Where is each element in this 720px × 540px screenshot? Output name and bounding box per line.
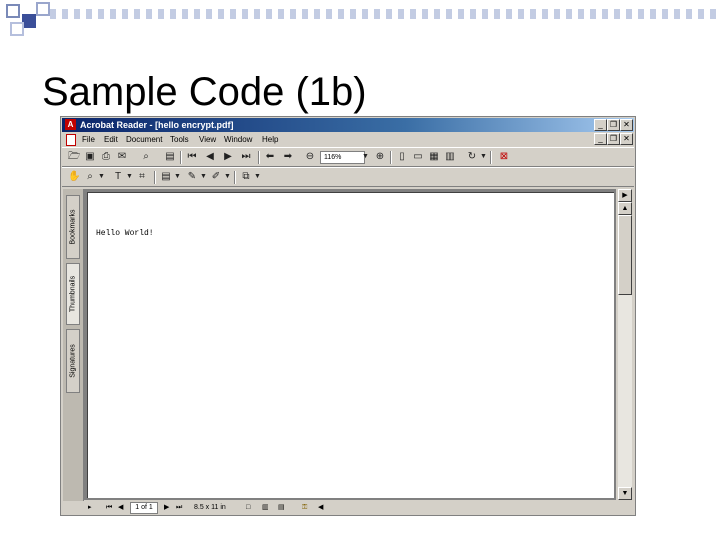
reflow-icon[interactable]: ▥ [444,151,456,163]
last-page-icon[interactable]: ⏭ [240,151,252,163]
fit-page-icon[interactable]: ▭ [412,151,424,163]
status-first-page-icon[interactable]: ⏮ [106,502,112,513]
toolbar-separator [258,151,260,164]
page-size-label: 8.5 x 11 in [194,504,226,511]
note-dropdown-icon[interactable]: ▼ [174,171,181,183]
slide-decoration-band [50,9,720,19]
actual-size-icon[interactable]: ▯ [396,151,408,163]
snapshot-tool-icon[interactable]: ⧉ [240,171,252,183]
panel-arrow-icon[interactable]: ▶ [618,189,632,202]
hand-tool-icon[interactable]: ✋ [68,171,80,183]
menu-edit[interactable]: Edit [104,134,118,145]
toolbar-separator [180,151,182,164]
document-icon[interactable] [66,134,76,146]
toolbar-separator [234,171,236,184]
close-button[interactable]: ✕ [620,119,633,131]
email-icon[interactable]: ✉ [116,151,128,163]
print-icon[interactable]: ⎙ [100,151,112,163]
menu-file[interactable]: File [82,134,95,145]
status-next-page-icon[interactable]: ▶ [164,502,169,513]
scroll-down-button[interactable]: ▼ [618,487,632,500]
snapshot-dropdown-icon[interactable]: ▼ [254,171,261,183]
column-select-icon[interactable]: ⌗ [136,171,148,183]
previous-page-icon[interactable]: ◀ [204,151,216,163]
highlight-dropdown-icon[interactable]: ▼ [224,171,231,183]
security-key-icon[interactable]: ⚿ [302,502,307,513]
status-last-page-icon[interactable]: ⏭ [176,502,182,513]
open-icon[interactable]: 🗁 [68,151,80,163]
window-title: Acrobat Reader - [hello encrypt.pdf] [80,120,234,130]
text-select-dropdown-icon[interactable]: ▼ [126,171,133,183]
menu-tools[interactable]: Tools [170,134,189,145]
rotate-icon[interactable]: ↻ [466,151,478,163]
single-page-icon[interactable]: □ [246,502,250,513]
menu-help[interactable]: Help [262,134,278,145]
vertical-scrollbar[interactable]: ▶ ▲ ▼ [618,189,632,500]
maximize-button[interactable]: ❐ [607,119,620,131]
doc-close-button[interactable]: ✕ [620,133,633,145]
go-back-icon[interactable]: ⬅ [264,151,276,163]
zoom-input[interactable]: 116% [320,151,365,164]
zoom-tool-dropdown-icon[interactable]: ▼ [98,171,105,183]
highlight-tool-icon[interactable]: ✐ [210,171,222,183]
fit-width-icon[interactable]: ▦ [428,151,440,163]
first-page-icon[interactable]: ⏮ [186,151,198,163]
tab-signatures-label: Signatures [69,344,77,378]
main-toolbar: 🗁 ▣ ⎙ ✉ ⌕ ▤ ⏮ ◀ ▶ ⏭ ⬅ ➡ ⊖ 116% ▼ ⊕ ▯ ▭ ▦… [62,147,634,167]
slide-decoration [0,0,60,40]
save-icon[interactable]: ▣ [84,151,96,163]
tab-signatures[interactable]: Signatures [66,329,80,393]
acrobat-reader-window: A Acrobat Reader - [hello encrypt.pdf] _… [60,116,636,516]
scroll-up-button[interactable]: ▲ [618,202,632,215]
acrobat-online-icon[interactable]: ⊠ [498,151,510,163]
page-text: Hello World! [96,229,154,238]
pdf-page: Hello World! [87,192,614,498]
toolbar-separator [154,171,156,184]
menu-window[interactable]: Window [224,134,252,145]
menu-view[interactable]: View [199,134,216,145]
scroll-left-icon[interactable]: ◀ [318,502,323,513]
go-forward-icon[interactable]: ➡ [282,151,294,163]
continuous-icon[interactable]: ▥ [262,502,269,513]
toolbar-separator [390,151,392,164]
text-select-icon[interactable]: T [112,171,124,183]
status-bar: ▸ ⏮ ◀ 1 of 1 ▶ ⏭ 8.5 x 11 in □ ▥ ▤ ⚿ ◀ [62,501,634,514]
title-bar[interactable]: A Acrobat Reader - [hello encrypt.pdf] _… [62,118,634,132]
navigation-tabs-pane: Bookmarks Thumbnails Signatures [63,189,84,501]
status-previous-page-icon[interactable]: ◀ [118,502,123,513]
slide-title: Sample Code (1b) [42,70,367,114]
zoom-dropdown-icon[interactable]: ▼ [362,151,369,163]
menu-document[interactable]: Document [126,134,162,145]
menu-bar: File Edit Document Tools View Window Hel… [62,133,634,146]
minimize-button[interactable]: _ [594,119,607,131]
find-icon[interactable]: ⌕ [140,151,152,163]
tab-bookmarks-label: Bookmarks [69,209,77,245]
page-number-field[interactable]: 1 of 1 [130,502,158,514]
zoom-out-icon[interactable]: ⊖ [304,151,316,163]
rotate-dropdown-icon[interactable]: ▼ [480,151,487,163]
acrobat-app-icon[interactable]: A [65,119,76,130]
tools-toolbar: ✋ ⌕ ▼ T ▼ ⌗ ▤ ▼ ✎ ▼ ✐ ▼ ⧉ ▼ [62,167,634,187]
doc-restore-button[interactable]: ❐ [607,133,620,145]
pencil-tool-icon[interactable]: ✎ [186,171,198,183]
scroll-thumb[interactable] [618,215,632,295]
tab-thumbnails-label: Thumbnails [69,275,77,313]
document-view[interactable]: Hello World! [84,189,616,500]
doc-minimize-button[interactable]: _ [594,133,607,145]
pencil-dropdown-icon[interactable]: ▼ [200,171,207,183]
zoom-tool-icon[interactable]: ⌕ [84,171,96,183]
note-tool-icon[interactable]: ▤ [160,171,172,183]
tab-bookmarks[interactable]: Bookmarks [66,195,80,259]
tab-thumbnails[interactable]: Thumbnails [66,263,80,325]
show-hide-navigation-icon[interactable]: ▤ [164,151,176,163]
toolbar-separator [490,151,492,164]
zoom-in-icon[interactable]: ⊕ [374,151,386,163]
status-panel-arrow-icon[interactable]: ▸ [88,502,92,513]
next-page-icon[interactable]: ▶ [222,151,234,163]
facing-icon[interactable]: ▤ [278,502,285,513]
